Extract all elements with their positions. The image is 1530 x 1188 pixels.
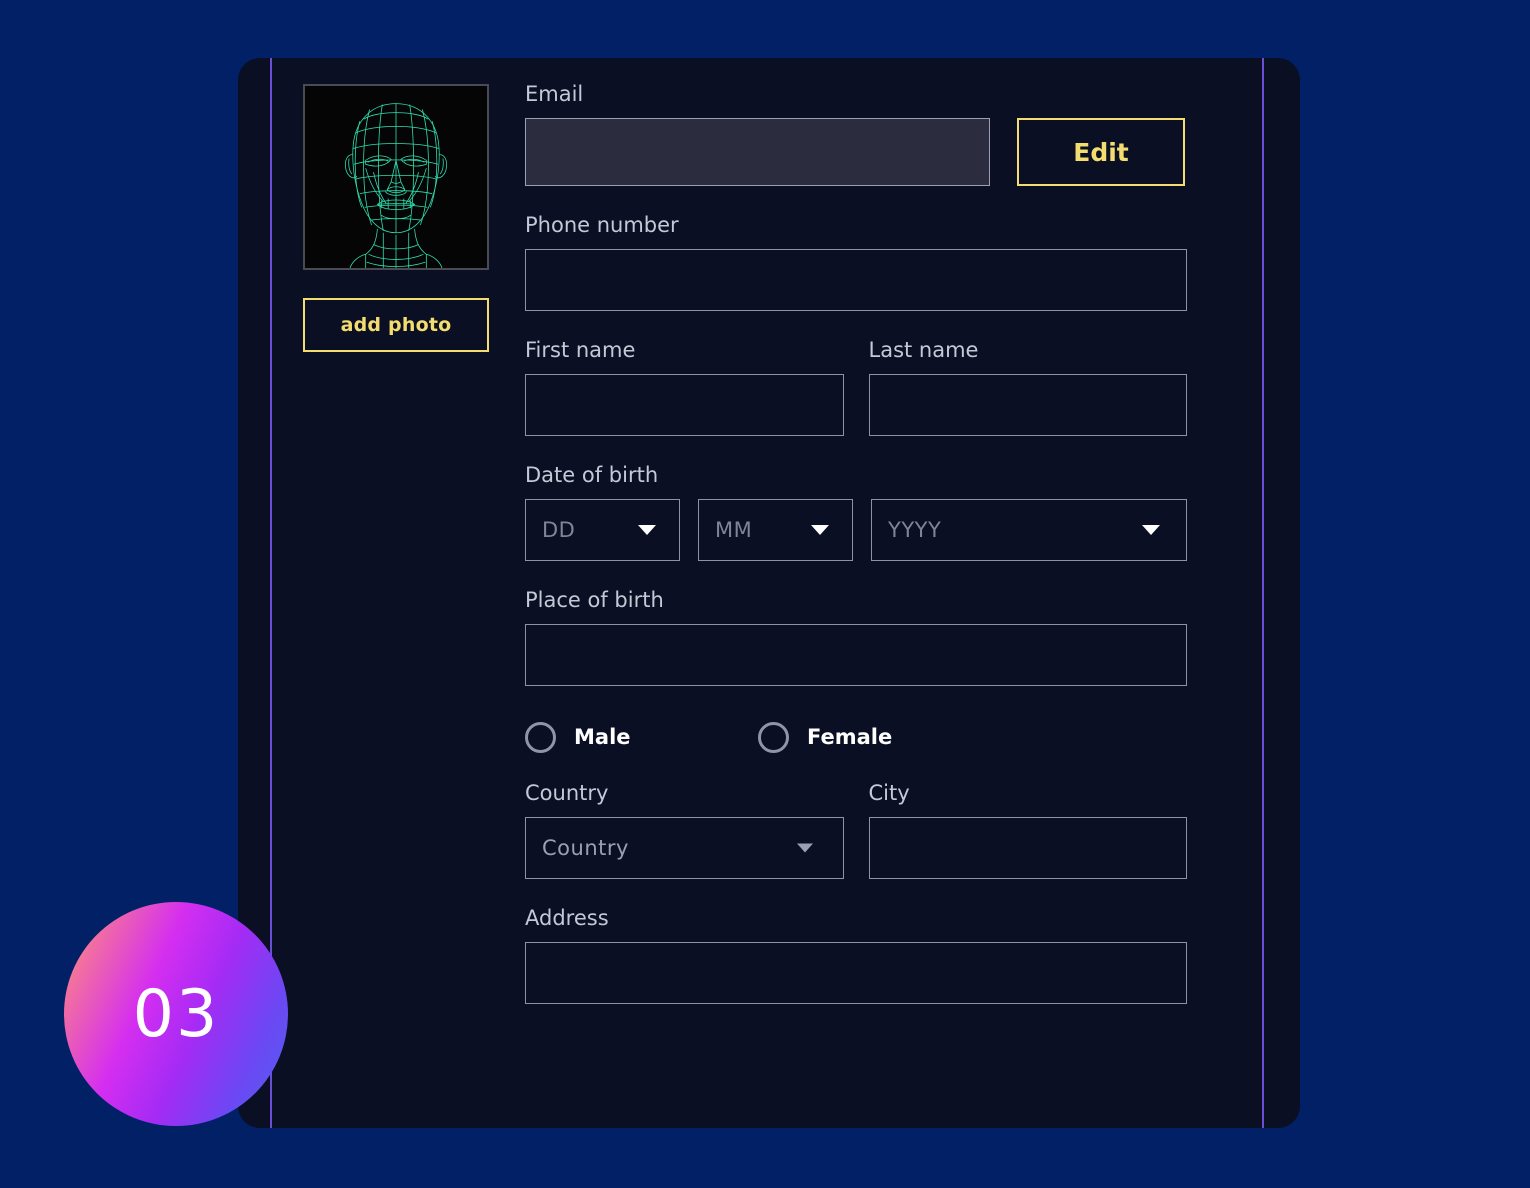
city-block: City xyxy=(868,781,1187,879)
last-name-block: Last name xyxy=(868,338,1187,436)
first-name-label: First name xyxy=(525,338,636,362)
card-content: add photo Email Edit Phone number First … xyxy=(238,58,1300,1128)
email-input[interactable] xyxy=(525,118,990,186)
chevron-down-icon xyxy=(796,843,813,853)
dob-month-select[interactable]: MM xyxy=(698,499,853,561)
place-of-birth-block: Place of birth xyxy=(525,590,1187,686)
gender-female-label: Female xyxy=(807,725,893,749)
address-label: Address xyxy=(525,906,609,930)
gender-radio-male[interactable]: Male xyxy=(525,721,758,753)
phone-label: Phone number xyxy=(525,213,679,237)
chevron-down-icon xyxy=(638,525,656,535)
email-block: Email Edit xyxy=(525,84,1187,186)
phone-input[interactable] xyxy=(525,249,1187,311)
dob-year-select[interactable]: YYYY xyxy=(871,499,1187,561)
email-row: Edit xyxy=(525,118,1187,186)
first-name-input[interactable] xyxy=(525,374,844,436)
dob-day-select[interactable]: DD xyxy=(525,499,680,561)
chevron-down-icon xyxy=(1142,525,1160,535)
date-of-birth-block: Date of birth DD MM YYYY xyxy=(525,465,1187,561)
gender-row: Male Female xyxy=(525,720,1187,754)
email-label: Email xyxy=(525,82,584,106)
gender-radio-female[interactable]: Female xyxy=(758,721,893,753)
wireframe-head-image xyxy=(303,84,489,270)
edit-button[interactable]: Edit xyxy=(1017,118,1185,186)
gender-male-label: Male xyxy=(574,725,631,749)
country-label: Country xyxy=(525,781,609,805)
date-of-birth-row: DD MM YYYY xyxy=(525,499,1187,561)
dob-year-value: YYYY xyxy=(888,518,942,542)
last-name-label: Last name xyxy=(868,338,979,362)
phone-block: Phone number xyxy=(525,215,1187,311)
profile-form: Email Edit Phone number First name Last … xyxy=(525,84,1187,1004)
chevron-down-icon xyxy=(811,525,829,535)
country-value: Country xyxy=(542,836,629,860)
country-select[interactable]: Country xyxy=(525,817,844,879)
dob-day-value: DD xyxy=(542,518,576,542)
location-row: Country Country City xyxy=(525,783,1187,879)
first-name-block: First name xyxy=(525,340,844,436)
radio-unchecked-icon xyxy=(525,721,556,753)
place-of-birth-label: Place of birth xyxy=(525,588,664,612)
step-badge: 03 xyxy=(64,902,288,1126)
city-input[interactable] xyxy=(868,817,1187,879)
date-of-birth-label: Date of birth xyxy=(525,463,659,487)
profile-card: add photo Email Edit Phone number First … xyxy=(238,58,1300,1128)
city-label: City xyxy=(868,781,910,805)
address-input[interactable] xyxy=(525,942,1187,1004)
avatar-column: add photo xyxy=(303,84,489,352)
address-block: Address xyxy=(525,908,1187,1004)
name-row: First name Last name xyxy=(525,340,1187,436)
dob-month-value: MM xyxy=(715,518,753,542)
add-photo-button[interactable]: add photo xyxy=(303,298,489,352)
country-block: Country Country xyxy=(525,783,844,879)
last-name-input[interactable] xyxy=(868,374,1187,436)
step-number: 03 xyxy=(132,976,220,1052)
radio-unchecked-icon xyxy=(758,721,789,753)
place-of-birth-input[interactable] xyxy=(525,624,1187,686)
